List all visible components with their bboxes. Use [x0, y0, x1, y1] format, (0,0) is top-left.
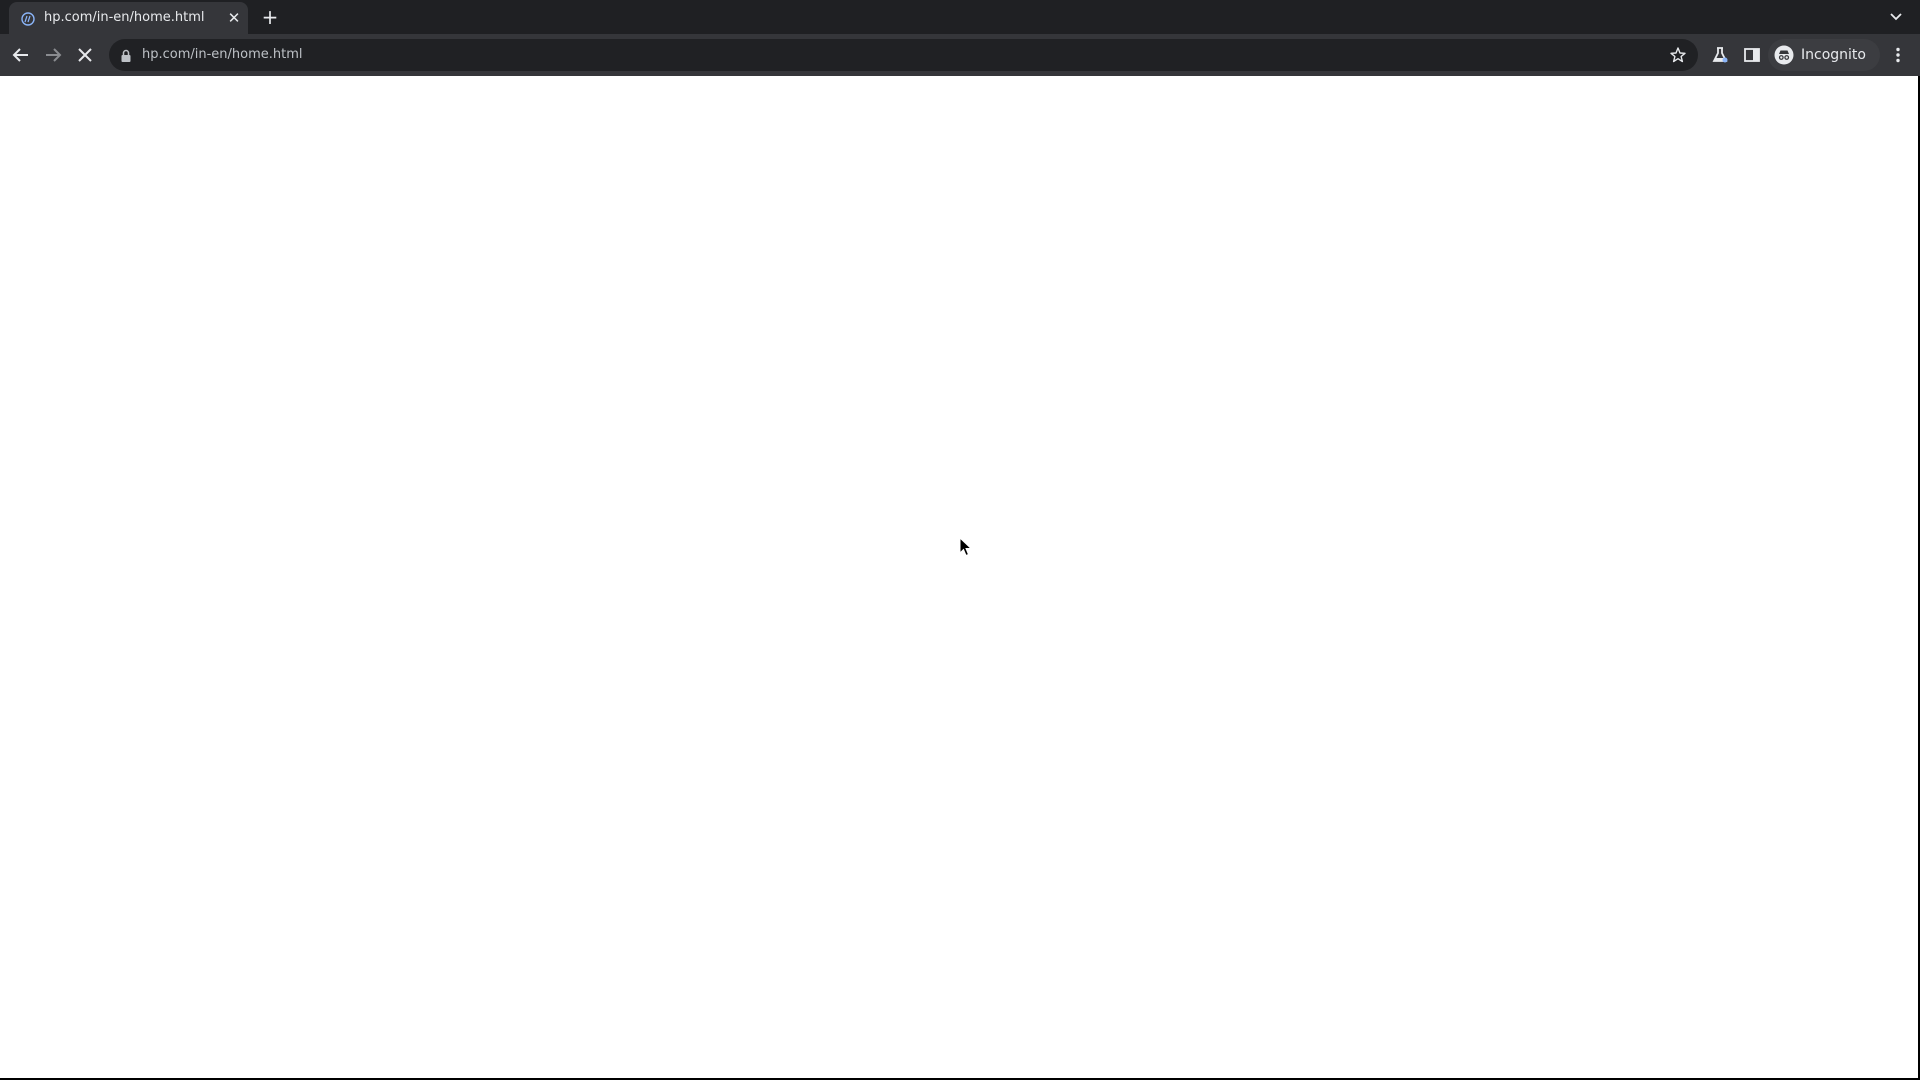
arrow-right-icon[interactable]	[41, 43, 65, 67]
browser-toolbar: hp.com/in-en/home.html Incognito	[0, 34, 1920, 76]
browser-window: hp.com/in-en/home.html ✕ + hp.com/in-en/…	[0, 0, 1920, 1080]
tab-strip: hp.com/in-en/home.html ✕ +	[0, 0, 1920, 34]
mouse-cursor-icon	[959, 536, 973, 557]
incognito-icon	[1774, 45, 1794, 65]
arrow-left-icon[interactable]	[9, 43, 33, 67]
new-tab-button[interactable]: +	[259, 6, 281, 28]
url-text[interactable]: hp.com/in-en/home.html	[142, 47, 542, 63]
lock-icon[interactable]	[120, 48, 132, 62]
incognito-label: Incognito	[1801, 47, 1866, 63]
flask-icon[interactable]	[1708, 43, 1732, 67]
hp-favicon-icon	[21, 11, 35, 26]
address-bar[interactable]: hp.com/in-en/home.html	[109, 39, 1698, 71]
star-outline-icon[interactable]	[1669, 46, 1687, 64]
tab-title: hp.com/in-en/home.html	[44, 10, 205, 25]
incognito-profile-chip[interactable]: Incognito	[1768, 39, 1880, 71]
side-panel-icon[interactable]	[1740, 43, 1764, 67]
tab-active[interactable]: hp.com/in-en/home.html ✕	[9, 2, 248, 34]
page-viewport[interactable]	[0, 76, 1918, 1078]
chevron-down-icon[interactable]	[1886, 8, 1906, 26]
kebab-menu-icon[interactable]	[1886, 43, 1910, 67]
close-icon[interactable]	[73, 43, 97, 67]
tab-close-icon[interactable]: ✕	[226, 10, 242, 26]
